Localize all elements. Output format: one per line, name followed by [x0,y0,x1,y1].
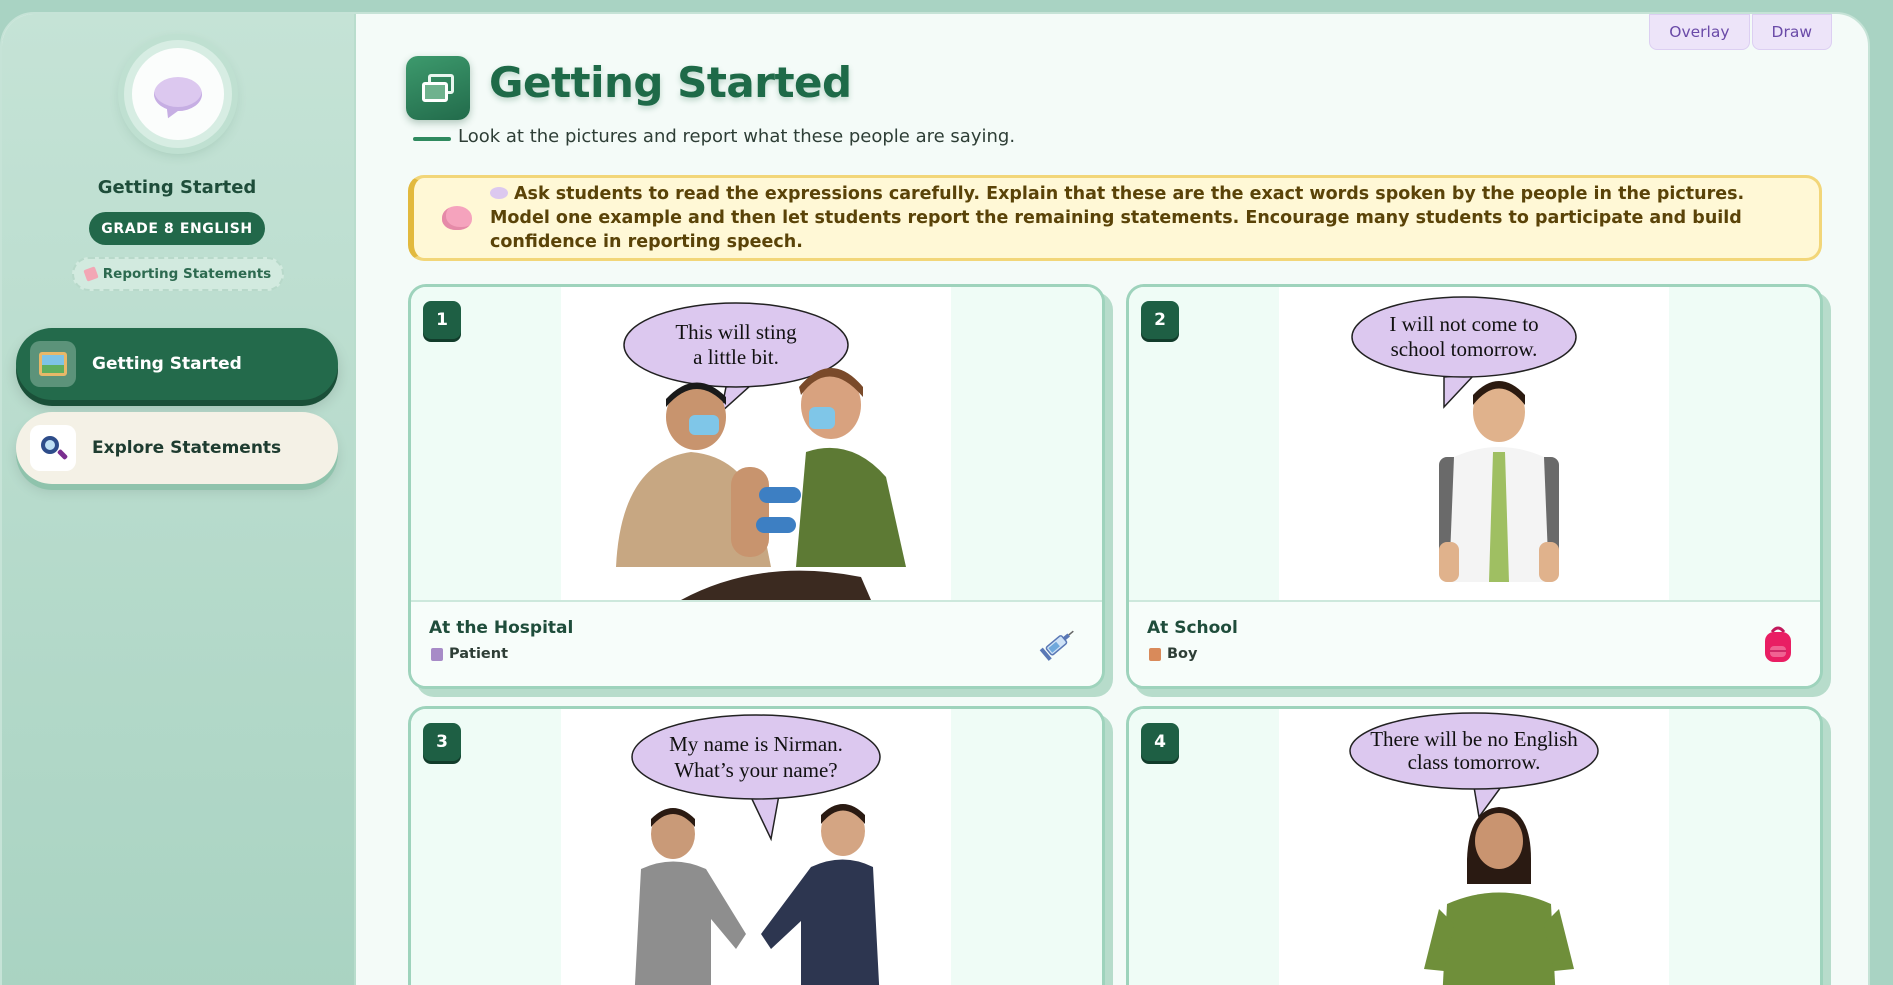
speech-bubble: I will not come to school tomorrow. [1351,296,1577,409]
doctor-figure [756,368,906,567]
subtitle-rule [413,137,451,141]
card-number: 2 [1141,301,1179,339]
teacher-picture: There will be no English class tomorrow. [1279,709,1669,985]
toolbar: Overlay Draw [1649,14,1832,50]
sidebar-item-getting-started[interactable]: Getting Started [16,328,338,400]
main-content: Getting Started Look at the pictures and… [358,14,1868,985]
boy-figure [1439,381,1559,582]
backpack-icon [1760,624,1796,668]
bubble-line-2: school tomorrow. [1391,337,1538,361]
picture-card-2[interactable]: 2 I will not come to school tomorrow. At… [1126,284,1823,689]
grade-badge: GRADE 8 ENGLISH [89,212,265,245]
bubble-line-2: class tomorrow. [1408,750,1541,774]
page-subtitle: Look at the pictures and report what the… [458,126,1016,147]
lesson-logo [124,40,232,148]
overlay-button[interactable]: Overlay [1649,14,1750,50]
card-number: 4 [1141,723,1179,761]
picture-icon [39,352,67,376]
syringe-icon [1038,624,1078,668]
clipboard-icon [431,648,443,661]
bubble-line-1: My name is Nirman. [669,732,843,756]
school-picture: I will not come to school tomorrow. [1279,287,1669,600]
speech-bubble-icon [154,77,202,111]
brain-icon [442,206,472,230]
card-number: 3 [423,723,461,761]
school-icon [1149,648,1161,661]
picture-card-4[interactable]: 4 There will be no English class tomorro… [1126,706,1823,985]
bubble-line-2: a little bit. [693,345,779,369]
man-left-figure [634,808,746,985]
sidebar: Getting Started GRADE 8 ENGLISH Reportin… [2,14,356,985]
speech-bubble: There will be no English class tomorrow. [1349,712,1599,819]
man-right-figure [761,804,880,985]
bubble-line-1: This will sting [675,320,797,344]
topic-label: Reporting Statements [102,266,272,282]
teacher-note: Ask students to read the expressions car… [408,175,1822,261]
topic-badge: Reporting Statements [72,257,284,291]
card-speaker: Boy [1167,646,1198,662]
gallery-icon [406,56,470,120]
page-title: Getting Started [489,58,852,107]
card-number: 1 [423,301,461,339]
patient-figure [616,382,771,567]
sidebar-item-label: Getting Started [92,354,242,374]
picture-card-1[interactable]: 1 This will sting a little bit. At the H… [408,284,1105,689]
woman-figure [1424,807,1574,985]
memo-icon [83,266,99,282]
bubble-line-1: I will not come to [1389,312,1538,336]
sidebar-title: Getting Started [97,177,257,198]
app-frame: Overlay Draw Getting Started GRADE 8 ENG… [0,12,1870,985]
handshake-picture: My name is Nirman. What’s your name? [561,709,951,985]
sidebar-item-label: Explore Statements [92,438,282,458]
teacher-note-text: Ask students to read the expressions car… [490,184,1745,252]
sidebar-item-explore-statements[interactable]: Explore Statements [16,412,338,484]
hospital-picture: This will sting a little bit. [561,287,951,600]
bubble-line-1: There will be no English [1370,727,1578,751]
card-place: At the Hospital [429,618,574,638]
picture-card-3[interactable]: 3 My name is Nirman. What’s your name? [408,706,1105,985]
card-place: At School [1147,618,1238,638]
bubble-line-2: What’s your name? [674,758,837,782]
speech-bubble-icon [490,186,508,199]
card-speaker: Patient [449,646,509,662]
magnifier-icon [39,434,69,462]
draw-button[interactable]: Draw [1751,14,1832,50]
